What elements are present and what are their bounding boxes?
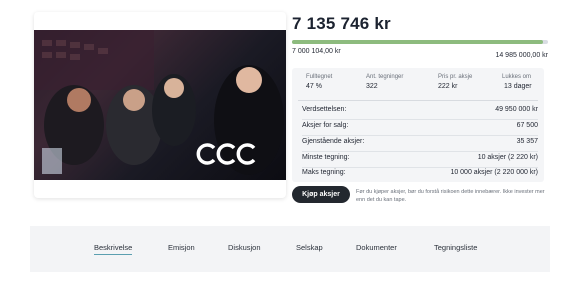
row-divider (302, 135, 538, 136)
team-photo (34, 30, 286, 180)
stat-header-fulltegnet: Fulltegnet (306, 74, 333, 80)
stat-value-lukkes: 13 dager (504, 83, 532, 90)
detail-label: Minste tegning: (302, 154, 350, 161)
detail-value: 67 500 (516, 122, 538, 129)
risk-note: Før du kjøper aksjer, bør du forstå risi… (356, 189, 545, 203)
stat-value-pris: 222 kr (438, 83, 458, 90)
detail-label: Aksjer for salg: (302, 122, 349, 129)
detail-row-minste-tegning: Minste tegning: 10 aksjer (2 220 kr) (302, 154, 538, 165)
tab-tegningsliste[interactable]: Tegningsliste (434, 243, 477, 252)
row-divider (302, 167, 538, 168)
row-divider (302, 151, 538, 152)
funding-progress-bar (292, 40, 548, 44)
row-divider (302, 119, 538, 120)
min-amount: 7 000 104,00 kr (292, 48, 341, 55)
tab-dokumenter[interactable]: Dokumenter (356, 243, 397, 252)
tab-bar: Beskrivelse Emisjon Diskusjon Selskap Do… (30, 226, 550, 272)
stats-divider (298, 100, 538, 101)
stat-header-tegninger: Ant. tegninger (366, 74, 404, 80)
tab-selskap[interactable]: Selskap (296, 243, 323, 252)
tab-beskrivelse[interactable]: Beskrivelse (94, 243, 133, 255)
detail-row-aksjer-for-salg: Aksjer for salg: 67 500 (302, 122, 538, 133)
detail-row-verdsettelse: Verdsettelsen: 49 950 000 kr (302, 106, 538, 117)
detail-label: Maks tegning: (302, 169, 346, 176)
funding-progress-fill (292, 40, 543, 44)
detail-value: 35 357 (516, 138, 538, 145)
detail-value: 10 000 aksjer (2 220 000 kr) (450, 169, 538, 176)
amount-raised: 7 135 746 kr (292, 14, 391, 33)
tab-diskusjon[interactable]: Diskusjon (228, 243, 261, 252)
max-amount: 14 985 000,00 kr (495, 52, 548, 59)
detail-label: Verdsettelsen: (302, 106, 347, 113)
campaign-image-card (34, 12, 286, 198)
detail-row-gjenstaende: Gjenstående aksjer: 35 357 (302, 138, 538, 149)
detail-value: 49 950 000 kr (495, 106, 538, 113)
detail-label: Gjenstående aksjer: (302, 138, 365, 145)
detail-row-maks-tegning: Maks tegning: 10 000 aksjer (2 220 000 k… (302, 169, 538, 180)
stats-panel: Fulltegnet Ant. tegninger Pris pr. aksje… (292, 68, 544, 182)
stat-header-pris: Pris pr. aksje (438, 74, 473, 80)
stat-value-fulltegnet: 47 % (306, 83, 322, 90)
stat-value-tegninger: 322 (366, 83, 378, 90)
tab-emisjon[interactable]: Emisjon (168, 243, 195, 252)
stat-header-lukkes: Lukkes om (502, 74, 532, 80)
buy-shares-button[interactable]: Kjøp aksjer (292, 186, 350, 203)
detail-value: 10 aksjer (2 220 kr) (477, 154, 538, 161)
